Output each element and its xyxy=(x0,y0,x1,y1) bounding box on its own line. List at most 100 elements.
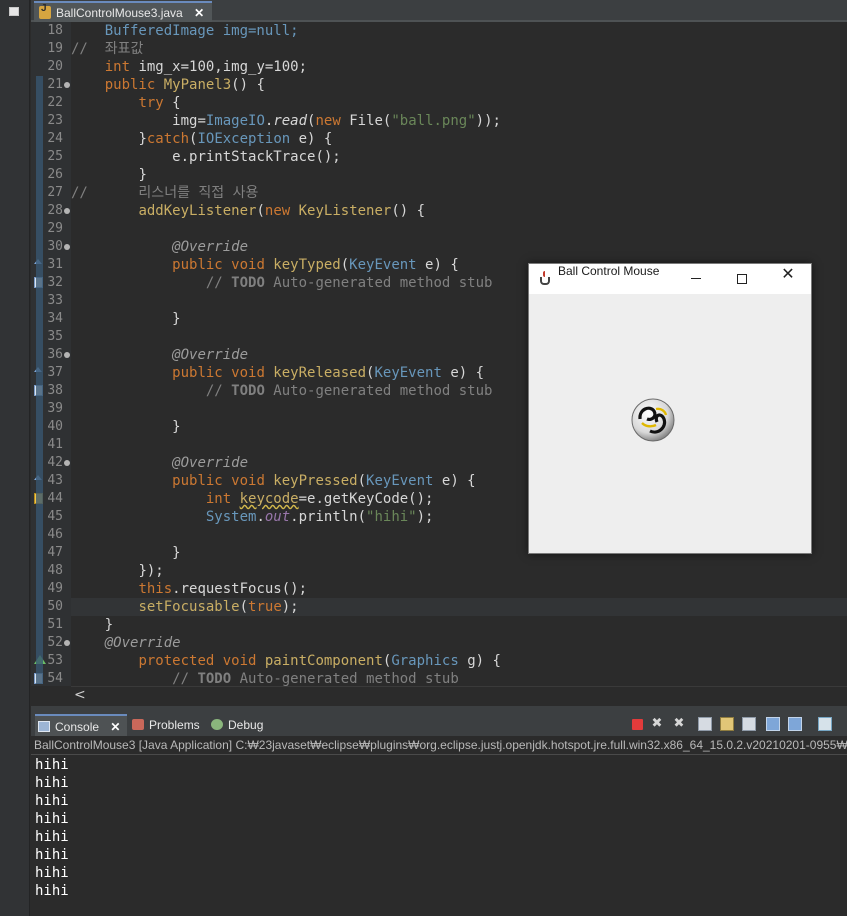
code-line: addKeyListener(new KeyListener() { xyxy=(138,203,426,219)
line-number-text: 39 xyxy=(47,401,63,416)
terminate-icon[interactable] xyxy=(632,719,643,730)
tab-console[interactable]: Console ✕ xyxy=(35,714,127,736)
line-number-text: 36 xyxy=(47,347,63,362)
line-number-text: 27 xyxy=(47,185,63,200)
console-line: hihi xyxy=(35,829,69,845)
console-output[interactable]: hihi hihi hihi hihi hihi hihi hihi hihi xyxy=(35,756,69,900)
tab-ballcontrolmouse3-java[interactable]: BallControlMouse3.java ✕ xyxy=(34,1,213,22)
process-label: BallControlMouse3 [Java Application] C:₩… xyxy=(31,736,847,755)
word-wrap-icon[interactable] xyxy=(720,717,734,731)
console-panel: Console ✕ Problems Debug ✖ ✖ BallControl… xyxy=(31,706,847,916)
fold-toggle-icon[interactable] xyxy=(64,640,70,646)
console-line: hihi xyxy=(35,793,69,809)
close-console-icon[interactable]: ✕ xyxy=(110,720,120,734)
tab-console-label: Console xyxy=(55,720,100,734)
line-number-text: 44 xyxy=(47,491,63,506)
code-line: BufferedImage img=null; xyxy=(104,23,299,39)
pin-console-icon[interactable] xyxy=(766,717,780,731)
line-number-text: 49 xyxy=(47,581,63,596)
line-number-text: 22 xyxy=(47,95,63,110)
code-line: public MyPanel3() { xyxy=(104,77,265,93)
close-icon: ✕ xyxy=(781,264,795,283)
fold-toggle-icon[interactable] xyxy=(64,208,70,214)
java-file-icon xyxy=(39,3,51,19)
console-line: hihi xyxy=(35,757,69,773)
console-line: hihi xyxy=(35,865,69,881)
line-number-text: 33 xyxy=(47,293,63,308)
fold-toggle-icon[interactable] xyxy=(64,82,70,88)
maximize-icon xyxy=(737,274,747,284)
line-number-text: 32 xyxy=(47,275,63,290)
code-line: e.printStackTrace(); xyxy=(172,149,341,165)
line-number-text: 46 xyxy=(47,527,63,542)
scroll-lock-icon[interactable] xyxy=(698,717,712,731)
code-line: // 좌표값 xyxy=(71,41,144,57)
restore-view-icon[interactable] xyxy=(9,7,19,16)
maximize-button[interactable] xyxy=(719,264,765,294)
console-toolbar: ✖ ✖ xyxy=(622,714,847,734)
line-number-text: 19 xyxy=(47,41,63,56)
console-line: hihi xyxy=(35,883,69,899)
close-tab-icon[interactable]: ✕ xyxy=(194,6,204,20)
console-line: hihi xyxy=(35,775,69,791)
console-icon xyxy=(38,721,50,732)
code-line: this.requestFocus(); xyxy=(138,581,308,597)
fold-toggle-icon[interactable] xyxy=(64,244,70,250)
fold-toggle-icon[interactable] xyxy=(64,352,70,358)
line-number-text: 25 xyxy=(47,149,63,164)
line-number-text: 23 xyxy=(47,113,63,128)
line-number-text: 50 xyxy=(47,599,63,614)
window-title: Ball Control Mouse xyxy=(558,264,660,278)
line-number-text: 26 xyxy=(47,167,63,182)
line-number-text: 35 xyxy=(47,329,63,344)
tab-label: BallControlMouse3.java xyxy=(56,6,183,20)
minimize-button[interactable] xyxy=(673,264,719,294)
tab-debug[interactable]: Debug xyxy=(208,714,263,736)
line-number-text: 38 xyxy=(47,383,63,398)
line-number: 18 xyxy=(31,22,71,40)
left-toolbar-strip xyxy=(0,0,30,916)
code-line: }catch(IOException e) { xyxy=(138,131,333,147)
code-line: }); xyxy=(138,563,164,579)
remove-all-icon[interactable]: ✖ xyxy=(672,717,686,731)
minimize-icon xyxy=(691,278,701,279)
line-number-text: 18 xyxy=(47,23,63,38)
line-number-text: 21 xyxy=(47,77,63,92)
tab-problems[interactable]: Problems xyxy=(129,714,200,736)
code-line: @Override xyxy=(104,635,181,651)
line-number-text: 37 xyxy=(47,365,63,380)
line-number-text: 31 xyxy=(47,257,63,272)
ball-control-window[interactable]: Ball Control Mouse ✕ xyxy=(528,263,812,554)
show-console-icon[interactable] xyxy=(742,717,756,731)
scope-indicator-bar xyxy=(36,76,43,684)
new-console-icon[interactable] xyxy=(818,717,832,731)
line-number-text: 29 xyxy=(47,221,63,236)
console-tab-bar: Console ✕ Problems Debug ✖ ✖ xyxy=(31,710,847,736)
line-number-text: 54 xyxy=(47,671,63,686)
code-line: int img_x=100,img_y=100; xyxy=(104,59,308,75)
console-line: hihi xyxy=(35,811,69,827)
fold-toggle-icon[interactable] xyxy=(64,460,70,466)
line-number: 19 xyxy=(31,40,71,58)
code-line: img=ImageIO.read(new File("ball.png")); xyxy=(172,113,501,129)
line-number-text: 28 xyxy=(47,203,63,218)
close-button[interactable]: ✕ xyxy=(765,264,811,294)
code-line: } xyxy=(104,617,114,633)
code-line: // TODO Auto-generated method stub xyxy=(172,671,459,686)
line-number-text: 48 xyxy=(47,563,63,578)
debug-icon xyxy=(211,719,223,730)
problems-icon xyxy=(132,719,144,730)
current-code-line: setFocusable(true); xyxy=(71,598,847,616)
line-number-text: 30 xyxy=(47,239,63,254)
window-titlebar[interactable]: Ball Control Mouse ✕ xyxy=(529,264,811,294)
horizontal-scrollbar[interactable]: < xyxy=(71,686,847,706)
line-number-text: 41 xyxy=(47,437,63,452)
line-number-text: 47 xyxy=(47,545,63,560)
line-number-text: 51 xyxy=(47,617,63,632)
remove-launch-icon[interactable]: ✖ xyxy=(650,717,664,731)
ball-panel[interactable] xyxy=(529,294,811,553)
code-line: @Override xyxy=(172,239,249,255)
scroll-left-icon[interactable]: < xyxy=(74,687,86,703)
display-console-icon[interactable] xyxy=(788,717,802,731)
